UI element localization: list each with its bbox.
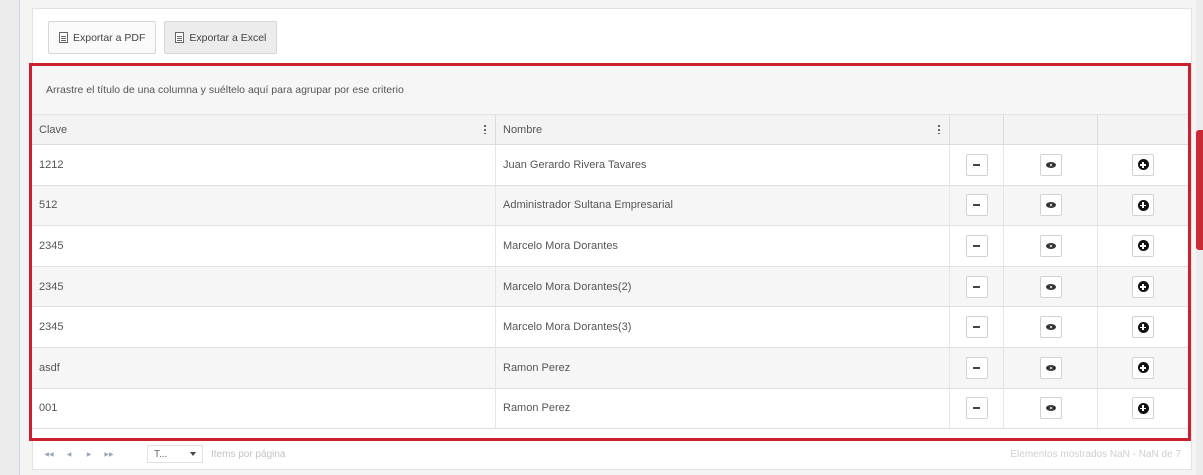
table-row: 2345 Marcelo Mora Dorantes(2): [32, 266, 1188, 308]
plus-circle-icon: [1137, 159, 1149, 171]
add-button[interactable]: [1132, 194, 1154, 217]
export-excel-label: Exportar a Excel: [189, 31, 267, 44]
eye-icon: [1045, 405, 1056, 412]
prev-page-button[interactable]: ◀: [59, 446, 79, 462]
table-row: 2345 Marcelo Mora Dorantes: [32, 226, 1188, 267]
cell-clave: 1212: [32, 145, 496, 185]
eye-icon: [1045, 161, 1056, 168]
cell-nombre: Marcelo Mora Dorantes: [496, 226, 950, 266]
add-button[interactable]: [1132, 316, 1154, 339]
column-title-nombre: Nombre: [503, 123, 543, 136]
grid-header: Clave Nombre: [32, 115, 1188, 145]
view-button[interactable]: [1039, 234, 1062, 257]
add-button[interactable]: [1132, 234, 1154, 257]
group-hint: Arrastre el título de una columna y suél…: [46, 84, 404, 96]
dash-icon: [973, 163, 980, 166]
cell-clave: 001: [32, 388, 496, 429]
eye-icon: [1045, 202, 1056, 209]
minus-button[interactable]: [965, 356, 988, 379]
view-button[interactable]: [1039, 356, 1062, 379]
cell-nombre: Ramon Perez: [496, 388, 950, 429]
minus-button[interactable]: [965, 316, 988, 339]
eye-icon: [1045, 283, 1056, 290]
plus-circle-icon: [1137, 362, 1149, 374]
data-grid: Arrastre el título de una columna y suél…: [29, 63, 1191, 441]
page-size-value: T...: [154, 448, 168, 460]
group-drop-area[interactable]: Arrastre el título de una columna y suél…: [32, 66, 1188, 115]
spreadsheet-icon: [175, 32, 185, 43]
page-size-select[interactable]: T...: [147, 445, 203, 463]
table-row: 001 Ramon Perez: [32, 388, 1188, 430]
view-button[interactable]: [1039, 194, 1062, 217]
add-button[interactable]: [1132, 275, 1154, 298]
pager: ◀◀ ◀ ▶ ▶▶ T... Items por página Elemento…: [39, 444, 1189, 464]
cell-nombre: Marcelo Mora Dorantes(3): [496, 307, 950, 347]
view-button[interactable]: [1039, 153, 1062, 176]
table-row: asdf Ramon Perez: [32, 347, 1188, 389]
cell-nombre: Marcelo Mora Dorantes(2): [496, 266, 950, 307]
view-button[interactable]: [1039, 316, 1062, 339]
cell-nombre: Administrador Sultana Empresarial: [496, 185, 950, 226]
column-header-nombre[interactable]: Nombre: [496, 115, 950, 144]
cell-nombre: Ramon Perez: [496, 347, 950, 388]
eye-icon: [1045, 324, 1056, 331]
grid-body: 1212 Juan Gerardo Rivera Tavares 512 Adm…: [32, 145, 1188, 430]
view-button[interactable]: [1039, 397, 1062, 420]
export-pdf-button[interactable]: Exportar a PDF: [48, 21, 157, 54]
plus-circle-icon: [1137, 321, 1149, 333]
plus-circle-icon: [1137, 402, 1149, 414]
cell-clave: 2345: [32, 307, 496, 347]
dash-icon: [973, 285, 980, 288]
minus-button[interactable]: [965, 397, 988, 420]
column-header-action-3: [1098, 115, 1188, 144]
pager-info: Elementos mostrados NaN - NaN de 7: [1010, 448, 1181, 460]
cell-clave: 512: [32, 185, 496, 226]
cell-nombre: Juan Gerardo Rivera Tavares: [496, 145, 950, 185]
column-header-action-1: [950, 115, 1004, 144]
file-icon: [59, 32, 68, 43]
column-menu-icon[interactable]: [938, 124, 940, 134]
page-size-label: Items por página: [211, 448, 286, 460]
export-excel-button[interactable]: Exportar a Excel: [164, 21, 278, 54]
column-header-action-2: [1004, 115, 1098, 144]
column-menu-icon[interactable]: [484, 124, 486, 134]
add-button[interactable]: [1132, 397, 1154, 420]
export-toolbar: Exportar a PDF Exportar a Excel: [48, 21, 278, 54]
table-row: 2345 Marcelo Mora Dorantes(3): [32, 307, 1188, 348]
next-page-button[interactable]: ▶: [79, 446, 99, 462]
add-button[interactable]: [1132, 153, 1154, 176]
dash-icon: [973, 407, 980, 410]
plus-circle-icon: [1137, 199, 1149, 211]
dash-icon: [973, 326, 980, 329]
side-scroll-marker[interactable]: [1196, 130, 1203, 250]
column-header-clave[interactable]: Clave: [32, 115, 496, 144]
table-row: 1212 Juan Gerardo Rivera Tavares: [32, 145, 1188, 186]
last-page-button[interactable]: ▶▶: [99, 446, 119, 462]
minus-button[interactable]: [965, 234, 988, 257]
first-page-button[interactable]: ◀◀: [39, 446, 59, 462]
export-pdf-label: Exportar a PDF: [73, 31, 146, 44]
cell-clave: asdf: [32, 347, 496, 388]
dash-icon: [973, 204, 980, 207]
dash-icon: [973, 244, 980, 247]
eye-icon: [1045, 242, 1056, 249]
cell-clave: 2345: [32, 226, 496, 266]
caret-down-icon: [190, 452, 196, 456]
column-title-clave: Clave: [39, 123, 68, 136]
table-row: 512 Administrador Sultana Empresarial: [32, 185, 1188, 227]
plus-circle-icon: [1137, 281, 1149, 293]
minus-button[interactable]: [965, 153, 988, 176]
minus-button[interactable]: [965, 194, 988, 217]
cell-clave: 2345: [32, 266, 496, 307]
minus-button[interactable]: [965, 275, 988, 298]
dash-icon: [973, 366, 980, 369]
view-button[interactable]: [1039, 275, 1062, 298]
eye-icon: [1045, 364, 1056, 371]
plus-circle-icon: [1137, 240, 1149, 252]
add-button[interactable]: [1132, 356, 1154, 379]
